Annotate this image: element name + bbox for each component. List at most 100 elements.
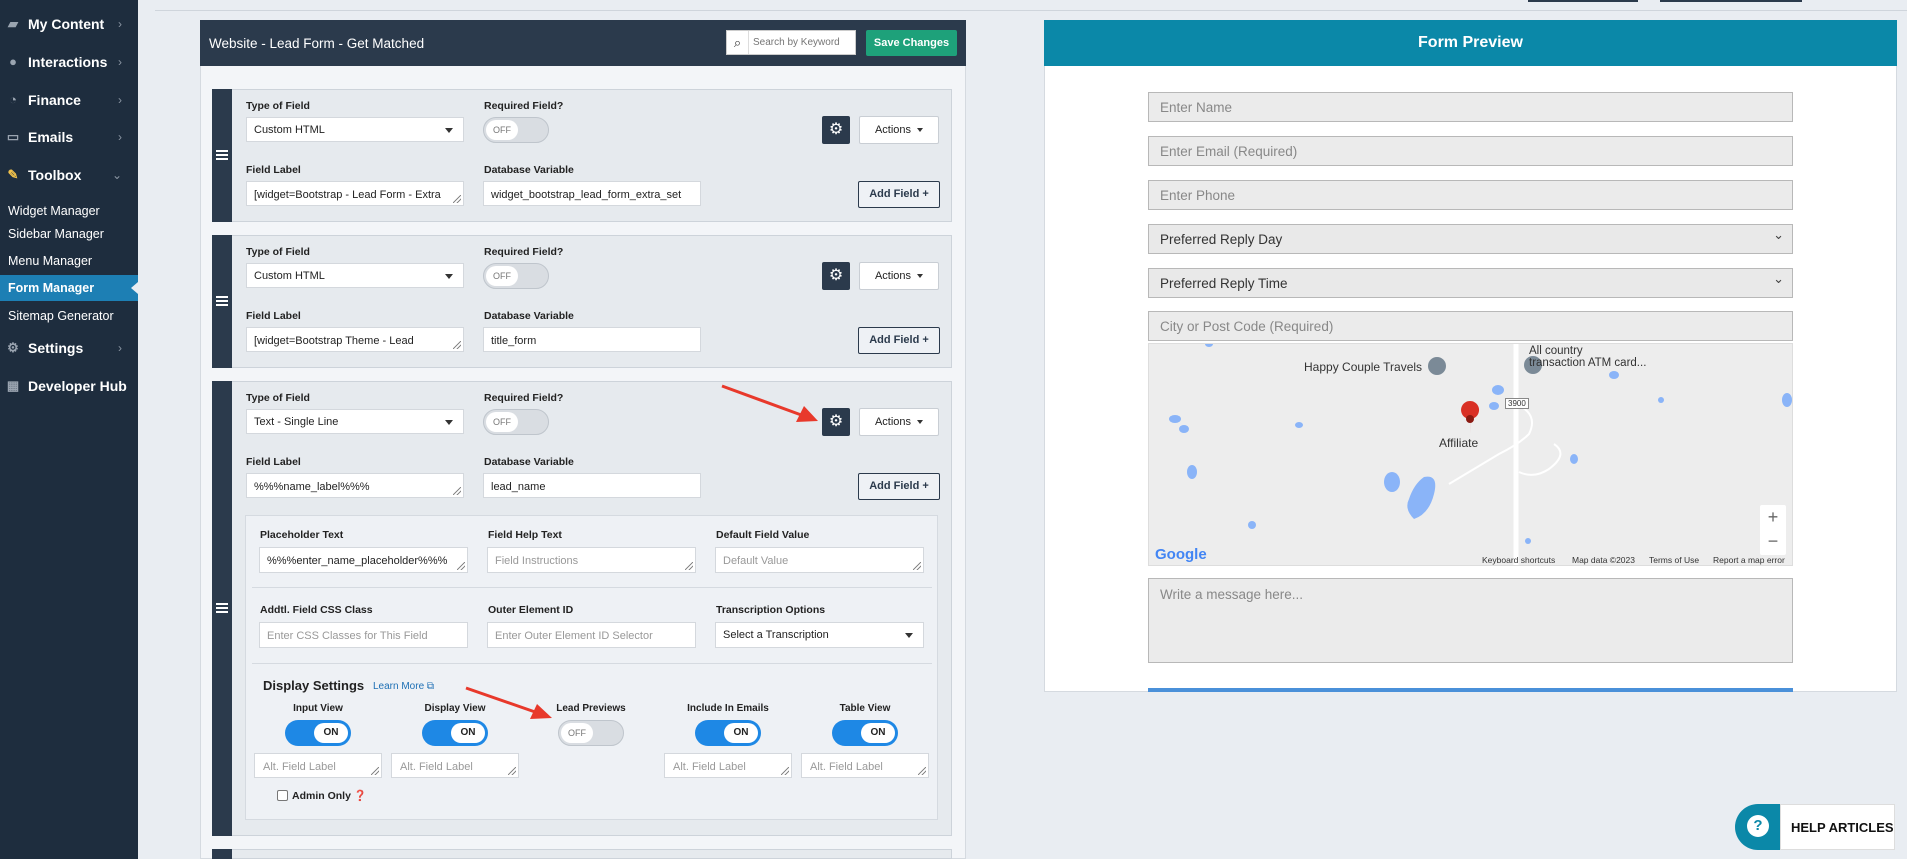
table-view-toggle[interactable]: ON [832, 720, 898, 746]
css-class-label: Addtl. Field CSS Class [260, 604, 373, 616]
sidebar-item-toolbox[interactable]: ✎ Toolbox ⌄ [0, 159, 138, 191]
sidebar-item-label: Emails [28, 129, 74, 145]
alt-field-label-input[interactable]: Alt. Field Label [801, 753, 929, 778]
chevron-right-icon: › [118, 341, 122, 355]
drag-handle-icon [216, 603, 228, 613]
field-label-input[interactable]: %%%name_label%%% [246, 473, 464, 498]
toggle-knob: ON [451, 723, 485, 743]
alt-field-label-input[interactable]: Alt. Field Label [391, 753, 519, 778]
outer-element-id-input[interactable]: Enter Outer Element ID Selector [487, 622, 696, 648]
required-toggle[interactable]: OFF [483, 263, 549, 289]
grid-icon: ▦ [6, 378, 20, 393]
save-changes-button[interactable]: Save Changes [866, 30, 957, 56]
sidebar-item-my-content[interactable]: ▰ My Content › [0, 8, 138, 40]
road-shield: 3900 [1505, 398, 1529, 409]
add-field-button[interactable]: Add Field + [858, 181, 940, 208]
map-widget[interactable]: Happy Couple Travels All country transac… [1148, 343, 1793, 566]
database-variable-input[interactable]: title_form [483, 327, 701, 352]
required-toggle[interactable]: OFF [483, 117, 549, 143]
map-terms-link[interactable]: Terms of Use [1649, 555, 1699, 565]
preview-message-textarea[interactable]: Write a message here... [1148, 578, 1793, 663]
top-divider [155, 10, 1907, 11]
preview-reply-time-select[interactable]: Preferred Reply Time [1148, 268, 1793, 298]
preview-submit-edge [1148, 688, 1793, 692]
admin-only-checkbox[interactable] [277, 790, 288, 801]
sidebar-item-emails[interactable]: ▭ Emails › [0, 121, 138, 153]
toggle-knob: OFF [561, 723, 593, 743]
actions-button[interactable]: Actions [859, 116, 939, 144]
preview-email-input[interactable]: Enter Email (Required) [1148, 136, 1793, 166]
lead-previews-label: Lead Previews [556, 703, 626, 714]
search-box[interactable]: ⌕ [726, 30, 856, 55]
form-preview-title: Form Preview [1044, 20, 1897, 66]
toggle-knob: ON [314, 723, 348, 743]
field-label-input[interactable]: [widget=Bootstrap - Lead Form - Extra [246, 181, 464, 206]
preview-reply-day-select[interactable]: Preferred Reply Day [1148, 224, 1793, 254]
preview-name-input[interactable]: Enter Name [1148, 92, 1793, 122]
preview-city-input[interactable]: City or Post Code (Required) [1148, 311, 1793, 341]
learn-more-link[interactable]: Learn More ⧉ [373, 681, 434, 692]
sidebar-item-settings[interactable]: ⚙ Settings › [0, 332, 138, 364]
sidebar-subitem-sitemap-generator[interactable]: Sitemap Generator [8, 309, 114, 323]
display-view-toggle[interactable]: ON [422, 720, 488, 746]
actions-button[interactable]: Actions [859, 408, 939, 436]
select-value: Text - Single Line [254, 416, 339, 428]
include-in-emails-label: Include In Emails [687, 703, 769, 714]
question-icon: ? [1747, 815, 1769, 837]
actions-label: Actions [874, 270, 912, 282]
required-toggle[interactable]: OFF [483, 409, 549, 435]
annotation-arrow [721, 384, 818, 422]
zoom-out-button[interactable]: − [1760, 530, 1786, 555]
gear-icon[interactable]: ⚙ [822, 408, 850, 436]
chart-icon: ◔ [9, 92, 17, 107]
toggle-knob: ON [724, 723, 758, 743]
field-help-text-input[interactable]: Field Instructions [487, 547, 696, 573]
zoom-in-button[interactable]: + [1760, 505, 1786, 530]
default-field-value-label: Default Field Value [716, 529, 810, 541]
include-in-emails-toggle[interactable]: ON [695, 720, 761, 746]
sidebar-subitem-form-manager[interactable]: Form Manager [0, 275, 138, 301]
sidebar-item-developer-hub[interactable]: ▦ Developer Hub [0, 370, 138, 402]
chevron-right-icon: › [118, 17, 122, 31]
toggle-knob: OFF [486, 412, 518, 432]
sidebar-item-interactions[interactable]: ● Interactions › [0, 46, 138, 78]
alt-field-label-input[interactable]: Alt. Field Label [664, 753, 792, 778]
lead-previews-toggle[interactable]: OFF [558, 720, 624, 746]
type-of-field-select[interactable]: Text - Single Line [246, 409, 464, 434]
map-report-error-link[interactable]: Report a map error [1713, 555, 1785, 565]
input-view-toggle[interactable]: ON [285, 720, 351, 746]
external-link-icon: ⧉ [426, 681, 435, 692]
field-label-input[interactable]: [widget=Bootstrap Theme - Lead [246, 327, 464, 352]
gear-icon[interactable]: ⚙ [822, 116, 850, 144]
gear-icon[interactable]: ⚙ [822, 262, 850, 290]
search-input[interactable] [753, 34, 853, 51]
map-place-label: Happy Couple Travels [1304, 360, 1423, 374]
database-variable-input[interactable]: lead_name [483, 473, 701, 498]
drag-handle[interactable] [212, 849, 232, 859]
preview-phone-input[interactable]: Enter Phone [1148, 180, 1793, 210]
select-value: Select a Transcription [723, 629, 829, 641]
alt-field-label-input[interactable]: Alt. Field Label [254, 753, 382, 778]
sidebar-item-finance[interactable]: ◔ Finance › [0, 84, 138, 116]
type-of-field-select[interactable]: Custom HTML [246, 263, 464, 288]
database-variable-input[interactable]: widget_bootstrap_lead_form_extra_set [483, 181, 701, 206]
help-articles-button[interactable]: ? HELP ARTICLES [1735, 804, 1895, 854]
type-of-field-select[interactable]: Custom HTML [246, 117, 464, 142]
css-class-input[interactable]: Enter CSS Classes for This Field [259, 622, 468, 648]
caret-down-icon [917, 420, 924, 425]
default-value-input[interactable]: Default Value [715, 547, 924, 573]
placeholder-text-input[interactable]: %%%enter_name_placeholder%%% [259, 547, 468, 573]
help-icon: ❓ [353, 790, 367, 802]
add-field-button[interactable]: Add Field + [858, 473, 940, 500]
sidebar-subitem-widget-manager[interactable]: Widget Manager [8, 204, 100, 218]
sidebar-subitem-sidebar-manager[interactable]: Sidebar Manager [8, 227, 104, 241]
sidebar-subitem-menu-manager[interactable]: Menu Manager [8, 254, 92, 268]
admin-only-text: Admin Only [292, 790, 351, 802]
actions-button[interactable]: Actions [859, 262, 939, 290]
add-field-button[interactable]: Add Field + [858, 327, 940, 354]
transcription-select[interactable]: Select a Transcription [715, 622, 924, 648]
drag-handle-icon [216, 150, 228, 160]
form-title: Website - Lead Form - Get Matched [209, 36, 425, 51]
type-of-field-label: Type of Field [246, 246, 310, 258]
map-keyboard-shortcuts[interactable]: Keyboard shortcuts [1482, 555, 1555, 565]
